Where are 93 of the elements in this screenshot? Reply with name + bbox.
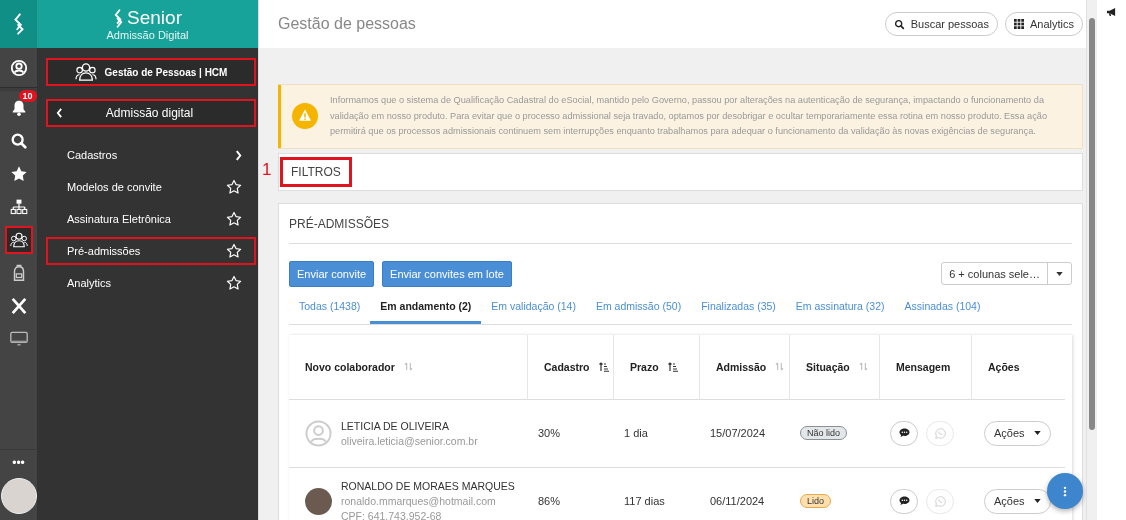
status-tab[interactable]: Em andamento (2): [370, 292, 482, 324]
search-icon: [9, 132, 28, 150]
admission-date-cell: 06/11/2024: [710, 495, 765, 507]
alert-text: Informamos que o sistema de Qualificação Cadastral do eSocial, mantido pelo Governo, passou por alterações na autenticação de segurança, impactando o funcionamento da validação em nosso produto. Para evitar que o processo admissional seja travado, optamos por desobrigar e ocultar temporariamente essa rotina em nosso produto. Essa ação permitirá que os processos admissionais continuem sem interrupções enquanto trabalhamos para adequar o funcionamento da validação às novas exigências de segurança.: [330, 94, 1049, 138]
people-group-icon: [9, 231, 28, 249]
status-tab[interactable]: Em validação (14): [481, 292, 586, 324]
progress-cell: 30%: [538, 427, 561, 439]
chat-button[interactable]: [890, 420, 918, 446]
monitor-icon: [9, 330, 28, 348]
senior-logo-icon: [11, 12, 26, 36]
senior-logo-icon: [113, 8, 125, 28]
caret-down-icon: [1056, 271, 1063, 276]
column-header: Ações: [972, 334, 1065, 400]
page-title: Gestão de pessoas: [278, 15, 416, 33]
org-chart-icon: [9, 198, 28, 216]
column-header[interactable]: Cadastro: [528, 334, 614, 400]
brand-subtitle: Admissão Digital: [106, 29, 189, 41]
menu-item-label: Assinatura Eletrônica: [67, 213, 171, 225]
avatar-circle[interactable]: [0, 478, 37, 514]
status-tab[interactable]: Assinadas (104): [894, 292, 991, 324]
caret-down-icon: [1033, 431, 1041, 435]
header-button[interactable]: Analytics: [1004, 12, 1083, 36]
grid-icon: [1013, 19, 1024, 29]
sort-icon: [858, 362, 868, 371]
panel-title: PRÉ-ADMISSÕES: [289, 203, 1072, 244]
search-icon: [893, 18, 905, 30]
sort-icon: [775, 362, 785, 371]
menu-item[interactable]: Assinatura Eletrônica: [46, 205, 256, 233]
actions-dropdown[interactable]: Ações: [984, 488, 1051, 514]
menu-item-label: Pré-admissões: [67, 245, 141, 257]
menu-item[interactable]: Cadastros: [46, 141, 256, 169]
more-button[interactable]: •••: [12, 456, 25, 470]
employee-email: ronaldo.mmarques@hotmail.com: [341, 495, 497, 507]
phone-bubble-icon: [934, 427, 946, 439]
photo-placeholder: [305, 487, 332, 515]
star-outline-icon: [226, 179, 242, 195]
star-icon: [9, 165, 28, 183]
module-button[interactable]: Gestão de Pessoas | HCM: [46, 58, 256, 86]
phone-bubble-icon: [934, 495, 946, 507]
vertical-dots-icon: [1063, 485, 1067, 497]
sort-icon: [598, 361, 609, 372]
warning-icon: [292, 103, 318, 130]
employee-name: LETICIA DE OLIVEIRA: [341, 419, 450, 432]
deadline-cell: 1 dia: [624, 427, 648, 439]
status-tab[interactable]: Em assinatura (32): [785, 292, 895, 324]
column-header: Mensagem: [880, 334, 972, 400]
progress-cell: 86%: [538, 495, 561, 507]
employee-cpf: CPF: 641.743.952-68: [341, 510, 443, 520]
chat-bubble-icon: [898, 428, 910, 438]
menu-item[interactable]: Modelos de convite: [46, 173, 256, 201]
employee-name: RONALDO DE MORAES MARQUES: [341, 480, 515, 492]
chevron-left-icon: [56, 108, 63, 118]
caret-down-icon: [1033, 499, 1041, 503]
menu-item-label: Modelos de convite: [67, 181, 162, 193]
sort-icon: [667, 361, 678, 372]
people-group-icon: [74, 62, 97, 82]
step-number: 1: [262, 159, 272, 180]
star-outline-icon: [226, 243, 242, 259]
actions-dropdown[interactable]: Ações: [984, 420, 1051, 446]
chat-bubble-icon: [898, 496, 910, 506]
notification-badge: 10: [18, 90, 37, 102]
scrollbar-thumb[interactable]: [1089, 18, 1095, 430]
status-tab[interactable]: Em admissão (50): [585, 292, 692, 324]
column-header[interactable]: Admissão: [700, 334, 790, 400]
user-circle-icon: [9, 59, 28, 77]
user-placeholder-icon: [305, 419, 332, 447]
admission-date-cell: 15/07/2024: [710, 427, 766, 439]
brand-name: Senior: [127, 7, 182, 29]
column-header[interactable]: Prazo: [614, 334, 700, 400]
column-header[interactable]: Situação: [790, 334, 880, 400]
status-tab[interactable]: Finalizadas (35): [691, 292, 786, 324]
menu-item-label: Cadastros: [67, 149, 118, 161]
rail-button[interactable]: [4, 226, 33, 254]
status-badge: Lido: [800, 494, 831, 508]
star-outline-icon: [226, 211, 242, 227]
deadline-cell: 117 dias: [624, 495, 665, 507]
chat-button[interactable]: [890, 488, 918, 514]
megaphone-icon: [1106, 7, 1117, 17]
menu-item[interactable]: Analytics: [46, 269, 256, 297]
column-header[interactable]: Novo colaborador: [289, 334, 528, 400]
x-letter-icon: [9, 297, 28, 315]
status-tab[interactable]: Todas (1438): [289, 292, 371, 324]
sort-icon: [403, 362, 413, 371]
section-back-button[interactable]: Admissão digital: [46, 99, 256, 127]
filters-toggle[interactable]: FILTROS: [280, 156, 352, 187]
menu-item-label: Analytics: [67, 277, 112, 289]
chevron-right-icon: [235, 149, 242, 161]
header-button[interactable]: Buscar pessoas: [884, 12, 998, 36]
star-outline-icon: [226, 275, 242, 291]
columns-dropdown[interactable]: 6 + colunas sele…: [941, 262, 1072, 285]
status-badge: Não lido: [800, 426, 848, 440]
menu-item[interactable]: Pré-admissões: [46, 237, 256, 265]
employee-email: oliveira.leticia@senior.com.br: [341, 434, 478, 447]
